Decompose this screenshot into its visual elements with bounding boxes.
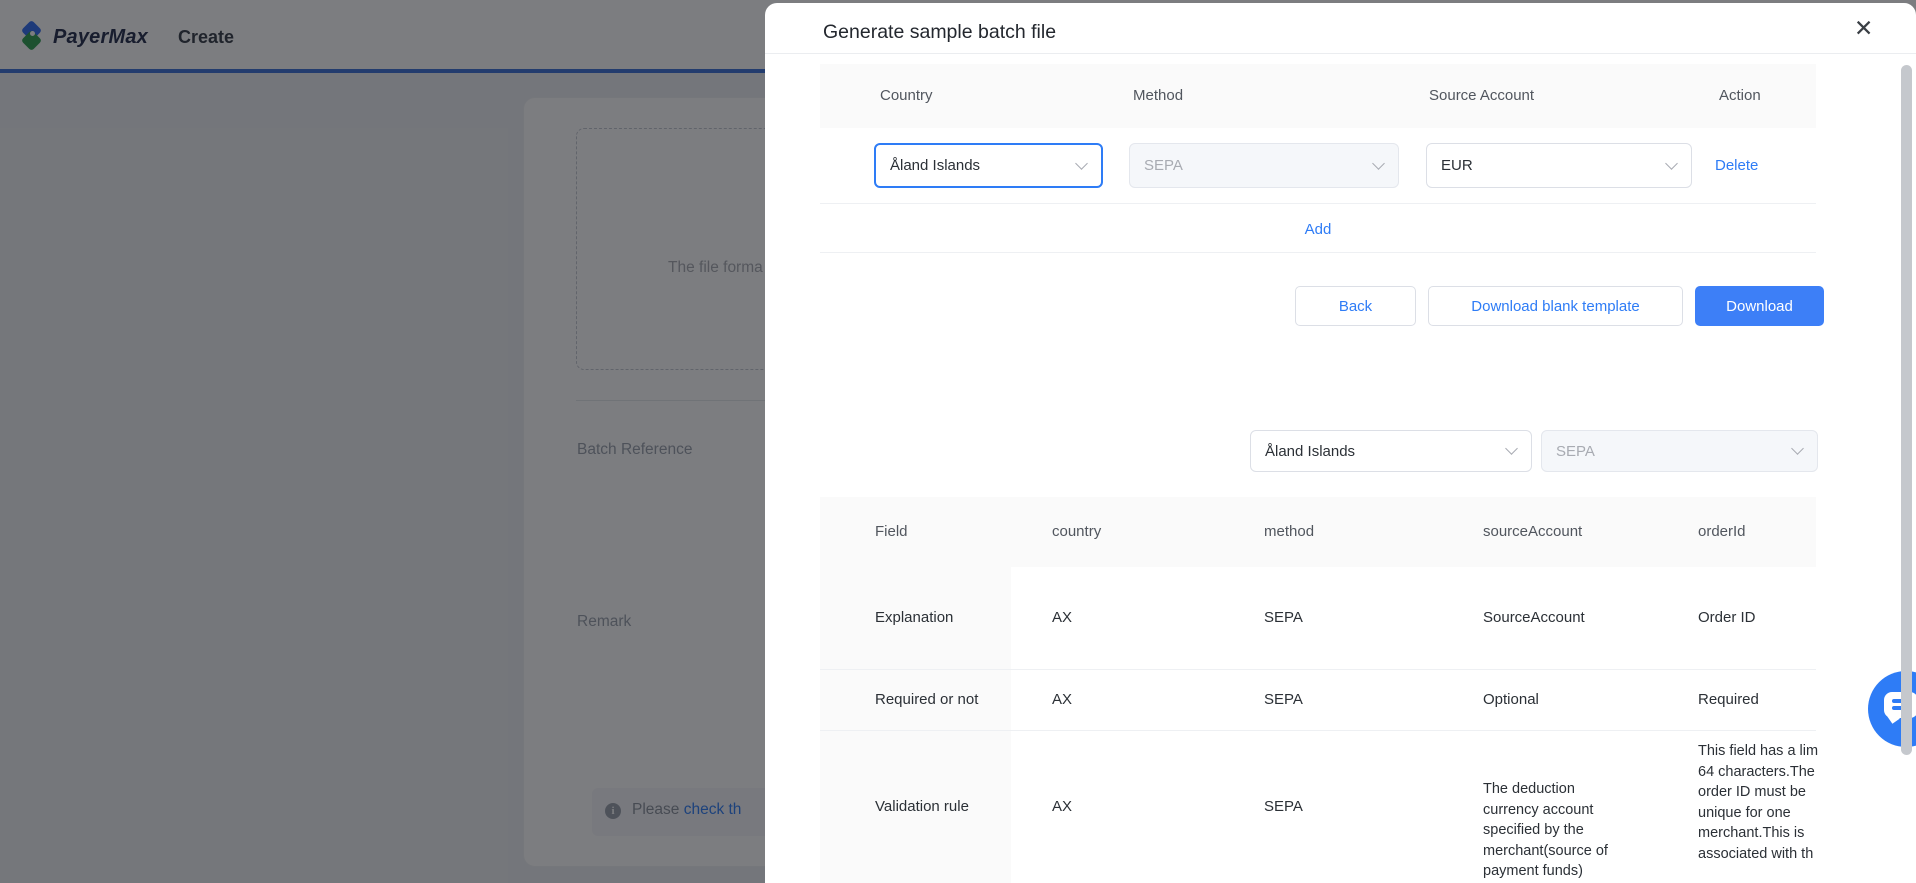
table-cell: Optional [1483, 691, 1539, 708]
column-header-country: country [1052, 523, 1102, 540]
chevron-down-icon [1372, 156, 1385, 170]
cell-line: merchant.This is [1698, 825, 1805, 841]
column-header-source-account: Source Account [1429, 87, 1535, 104]
cell-line: payment funds) [1483, 863, 1583, 879]
chevron-down-icon [1505, 442, 1518, 455]
download-blank-template-label: Download blank template [1471, 297, 1640, 315]
table-cell: AX [1052, 798, 1073, 815]
column-header-sourceaccount: sourceAccount [1483, 523, 1583, 540]
download-button-label: Download [1726, 297, 1793, 315]
column-header-action: Action [1719, 87, 1761, 104]
modal-scrollbar-thumb[interactable] [1901, 65, 1912, 755]
close-icon[interactable]: ✕ [1854, 17, 1873, 40]
delete-row-link[interactable]: Delete [1715, 143, 1758, 188]
row-label: Explanation [875, 609, 954, 626]
cell-line: This field has a lim [1698, 743, 1819, 759]
column-header-country: Country [880, 87, 933, 104]
row-divider [820, 203, 1816, 204]
column-header-field: Field [875, 523, 908, 540]
preview-country-value: Åland Islands [1265, 442, 1356, 460]
column-header-method: method [1264, 523, 1315, 540]
table-cell: AX [1052, 609, 1073, 626]
cell-line: merchant(source of [1483, 842, 1608, 859]
back-button-label: Back [1338, 297, 1373, 315]
row-label: Required or not [875, 691, 979, 708]
table-cell: SEPA [1264, 798, 1303, 815]
table-cell-multiline: This field has a lim 64 characters.The o… [1698, 741, 1818, 864]
field-table-header: Field country method sourceAccount order… [820, 497, 1816, 567]
selector-table-header: Country Method Source Account Action [820, 64, 1816, 128]
cell-line: order ID must be [1698, 784, 1806, 800]
preview-method-value: SEPA [1556, 442, 1595, 460]
generate-sample-batch-file-dialog: Generate sample batch file ✕ Country Met… [765, 3, 1916, 883]
column-header-orderid: orderId [1698, 523, 1746, 540]
row-divider [820, 730, 1816, 731]
column-header-method: Method [1133, 87, 1184, 104]
table-cell: SEPA [1264, 609, 1303, 626]
dialog-header-divider [765, 53, 1916, 54]
table-cell-multiline: The deduction currency account specified… [1483, 779, 1608, 882]
method-select: SEPA [1129, 143, 1399, 188]
table-cell: Required [1698, 691, 1759, 708]
cell-line: unique for one [1698, 804, 1791, 821]
cell-line: associated with th [1698, 845, 1814, 862]
country-select-value: Åland Islands [890, 157, 981, 174]
dialog-title: Generate sample batch file [823, 21, 1057, 43]
source-account-select[interactable]: EUR [1426, 143, 1692, 188]
method-select-value: SEPA [1144, 157, 1183, 174]
cell-line: 64 characters.The [1698, 763, 1815, 780]
table-cell: SourceAccount [1483, 609, 1585, 626]
add-row-container: Add [820, 221, 1816, 238]
chevron-down-icon [1791, 442, 1804, 455]
preview-country-select[interactable]: Åland Islands [1250, 430, 1532, 472]
section-divider [820, 252, 1816, 253]
country-select[interactable]: Åland Islands [874, 143, 1103, 188]
back-button[interactable]: Back [1295, 286, 1416, 326]
table-cell: Order ID [1698, 609, 1756, 626]
table-cell: SEPA [1264, 691, 1303, 708]
cell-line: The deduction [1483, 781, 1575, 797]
cell-line: currency account [1483, 801, 1594, 818]
add-row-link[interactable]: Add [1305, 221, 1332, 238]
chevron-down-icon [1075, 156, 1088, 170]
table-cell: AX [1052, 691, 1073, 708]
source-account-select-value: EUR [1441, 157, 1473, 174]
download-button[interactable]: Download [1695, 286, 1824, 326]
preview-method-select: SEPA [1541, 430, 1818, 472]
chevron-down-icon [1665, 156, 1678, 170]
download-blank-template-button[interactable]: Download blank template [1428, 286, 1683, 326]
cell-line: specified by the [1483, 822, 1584, 838]
row-label: Validation rule [875, 798, 969, 815]
